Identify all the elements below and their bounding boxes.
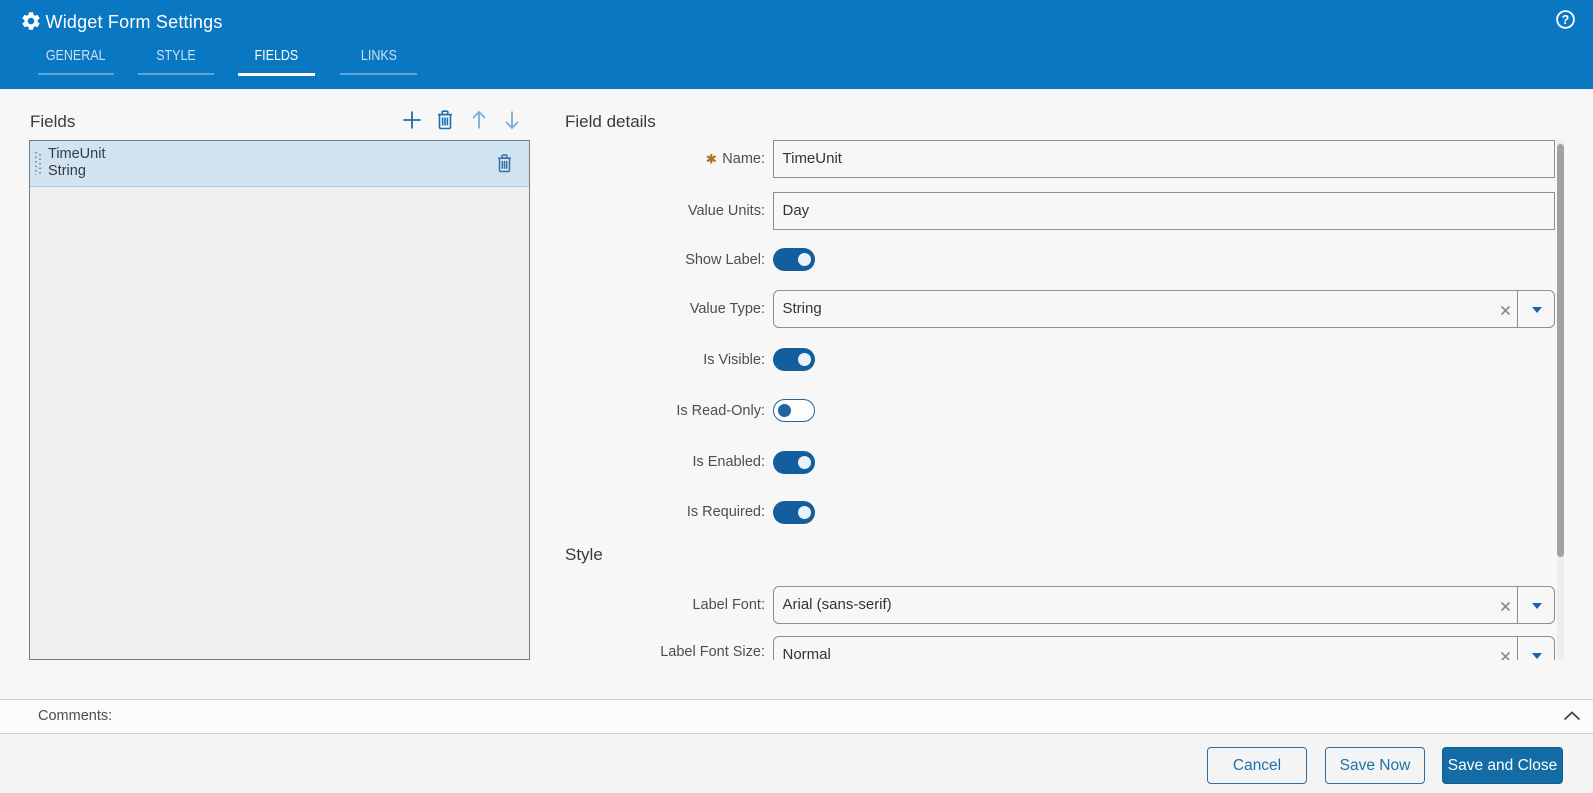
svg-text:?: ? <box>1562 13 1570 27</box>
